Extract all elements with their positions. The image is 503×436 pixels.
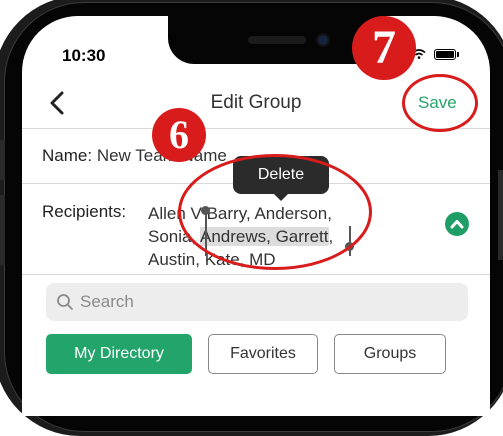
side-button-left-bottom [0,195,5,265]
side-button-left-top [0,140,5,180]
callout-badge-6: 6 [152,108,206,162]
collapse-up-icon[interactable] [445,212,469,236]
battery-cap [457,52,459,57]
callout-ring-selection [178,154,372,270]
callout-badge-7: 7 [352,16,416,80]
side-button-right [498,170,503,260]
name-label: Name: [42,146,93,165]
front-camera [318,35,328,45]
search-input[interactable]: Search [46,283,468,321]
search-icon [57,294,73,310]
tab-my-directory[interactable]: My Directory [46,334,192,374]
recipients-label: Recipients: [42,202,127,221]
tab-groups[interactable]: Groups [334,334,446,374]
navbar-divider [22,128,490,129]
speaker [248,36,306,44]
status-time: 10:30 [62,46,106,65]
tab-favorites[interactable]: Favorites [208,334,318,374]
battery-icon [434,49,456,60]
callout-ring-save [402,74,478,132]
search-placeholder: Search [80,292,134,311]
recipients-divider [22,274,490,275]
